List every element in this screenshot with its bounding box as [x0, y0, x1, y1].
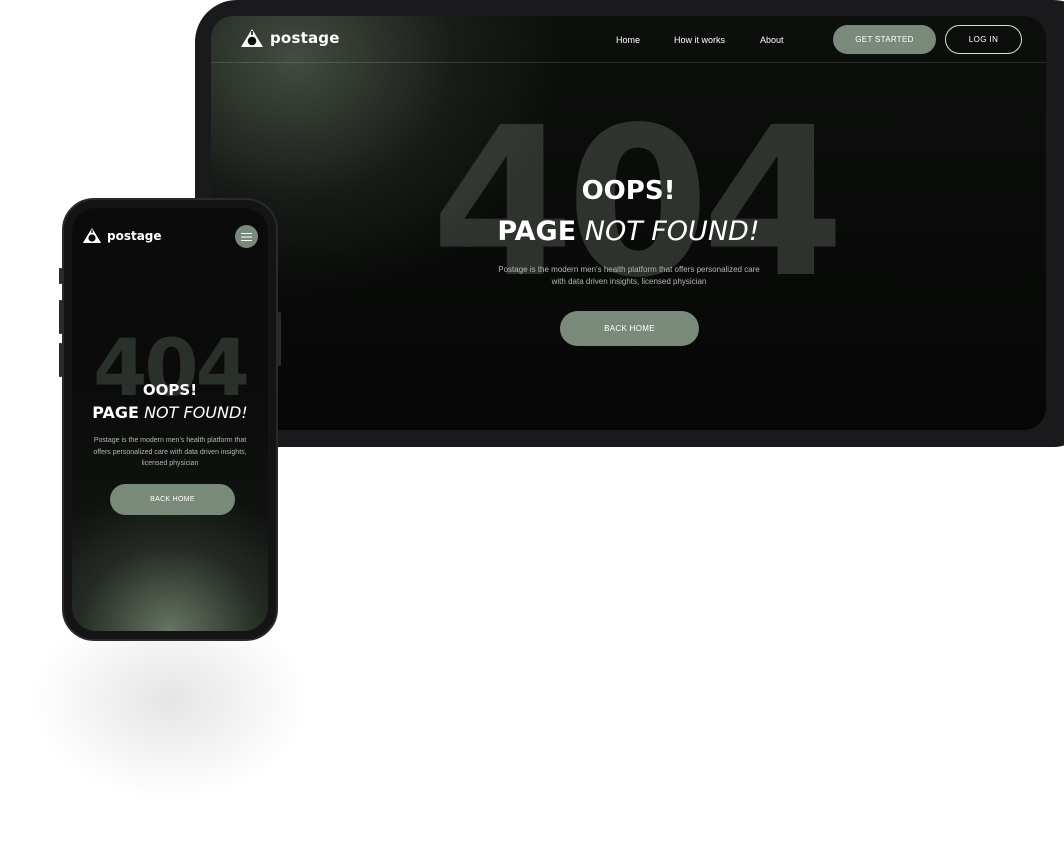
- brand-name: postage: [107, 228, 162, 243]
- page-not-found-heading: PAGE NOT FOUND!: [72, 403, 268, 422]
- tablet-mockup: postage Home How it works About GET STAR…: [195, 0, 1064, 447]
- error-description: Postage is the modern men's health platf…: [498, 265, 760, 286]
- phone-side-button: [59, 343, 62, 377]
- back-home-button[interactable]: BACK HOME: [560, 311, 699, 346]
- nav-link-how-it-works[interactable]: How it works: [674, 35, 725, 45]
- brand-name: postage: [270, 29, 340, 47]
- mobile-brand-logo[interactable]: postage: [82, 227, 162, 244]
- error-description: Postage is the modern men's health platf…: [93, 437, 247, 467]
- login-button[interactable]: LOG IN: [945, 25, 1022, 54]
- page-not-found-heading: PAGE NOT FOUND!: [211, 216, 1046, 247]
- nav-link-about[interactable]: About: [760, 35, 784, 45]
- postage-logo-icon: [82, 228, 102, 243]
- page-word: PAGE: [497, 216, 577, 247]
- phone-screen: postage 404 OOPS! PAGE NOT FOUND! Postag…: [72, 208, 268, 631]
- phone-mockup: postage 404 OOPS! PAGE NOT FOUND! Postag…: [59, 198, 281, 641]
- oops-heading: OOPS!: [581, 176, 676, 206]
- nav-link-home[interactable]: Home: [616, 35, 640, 45]
- tablet-screen: postage Home How it works About GET STAR…: [211, 16, 1046, 430]
- not-found-word: NOT FOUND!: [144, 403, 248, 422]
- phone-side-button: [59, 268, 62, 284]
- get-started-button[interactable]: GET STARTED: [833, 25, 936, 54]
- phone-power-button: [278, 312, 281, 366]
- postage-logo-icon: [241, 29, 263, 47]
- top-navigation: postage Home How it works About GET STAR…: [211, 16, 1046, 63]
- page-word: PAGE: [92, 403, 139, 422]
- hamburger-icon: [241, 232, 252, 241]
- oops-heading: OOPS!: [142, 381, 198, 399]
- back-home-button[interactable]: BACK HOME: [110, 484, 235, 515]
- mobile-menu-button[interactable]: [235, 225, 258, 248]
- phone-side-button: [59, 300, 62, 334]
- brand-logo[interactable]: postage: [240, 28, 340, 48]
- not-found-word: NOT FOUND!: [584, 216, 760, 247]
